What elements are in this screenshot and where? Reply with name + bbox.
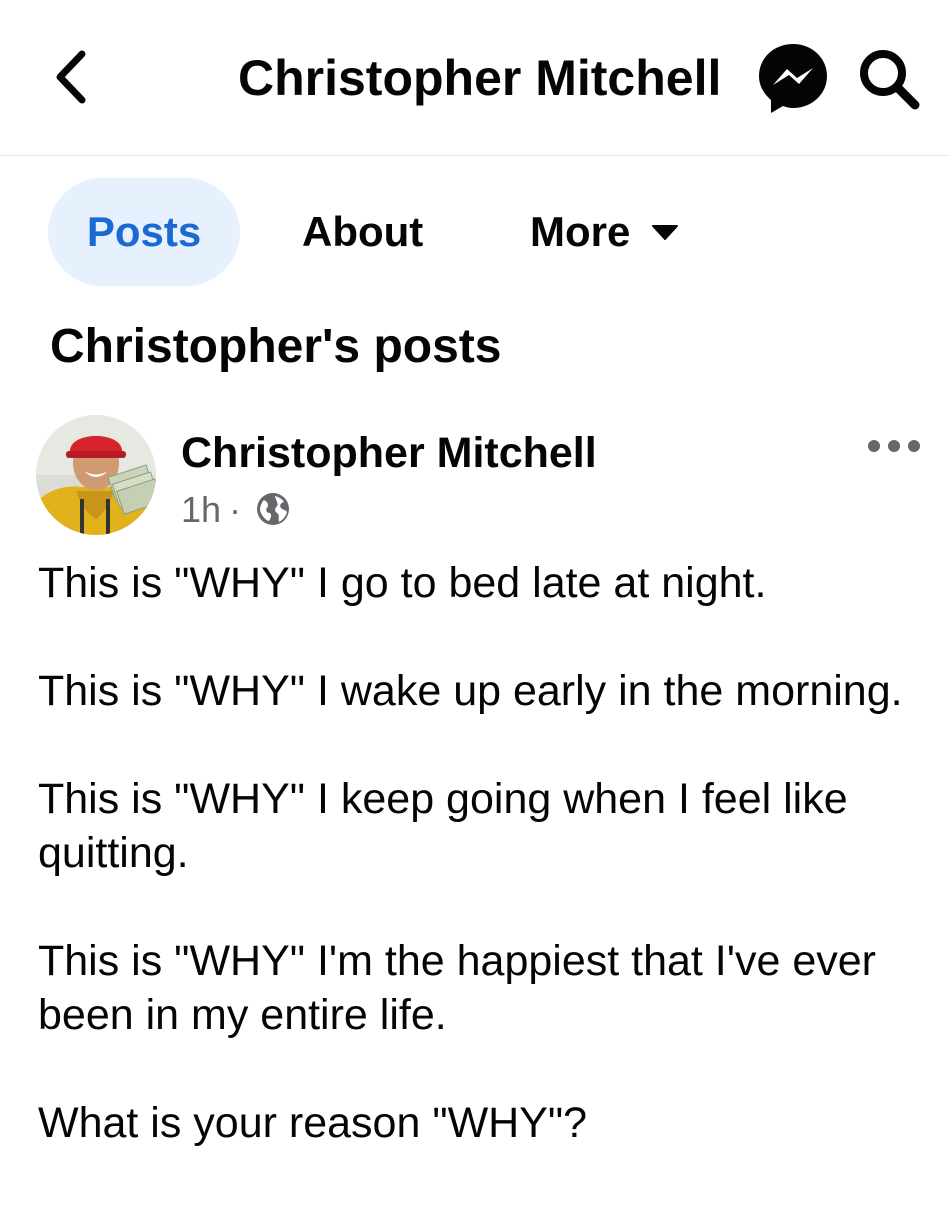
- post-meta: 1h ·: [181, 488, 291, 532]
- caret-down-icon: [652, 224, 679, 240]
- post-paragraph: What is your reason "WHY"?: [38, 1099, 588, 1147]
- post-author[interactable]: Christopher Mitchell: [181, 426, 597, 480]
- profile-photo: [36, 415, 156, 535]
- messenger-button[interactable]: [756, 41, 830, 115]
- globe-icon: [257, 493, 290, 526]
- top-bar: Christopher Mitchell: [0, 0, 948, 156]
- back-button[interactable]: [46, 46, 98, 108]
- tab-posts[interactable]: Posts: [48, 178, 240, 286]
- section-title: Christopher's posts: [50, 320, 502, 373]
- messenger-icon: [759, 44, 827, 113]
- post-time[interactable]: 1h: [181, 489, 221, 530]
- search-icon: [860, 50, 920, 110]
- post-body: This is "WHY" I go to bed late at night.…: [38, 556, 918, 1204]
- tab-about-label: About: [302, 208, 424, 255]
- more-options-button[interactable]: [866, 432, 922, 460]
- tab-about[interactable]: About: [302, 178, 423, 286]
- meta-separator: ·: [229, 489, 242, 530]
- page-title: Christopher Mitchell: [238, 50, 722, 106]
- post-paragraph: This is "WHY" I wake up early in the mor…: [38, 667, 903, 715]
- profile-tabs: Posts About More: [0, 178, 948, 288]
- chevron-left-icon: [56, 50, 86, 104]
- tab-more-label: More: [530, 208, 631, 255]
- post-paragraph: This is "WHY" I go to bed late at night.: [38, 559, 767, 607]
- tab-more[interactable]: More: [530, 178, 680, 286]
- post-paragraph: This is "WHY" I keep going when I feel l…: [38, 775, 848, 877]
- tab-posts-label: Posts: [86, 208, 202, 255]
- more-options-icon: [868, 440, 920, 452]
- search-button[interactable]: [856, 46, 922, 112]
- post-paragraph: This is "WHY" I'm the happiest that I've…: [38, 937, 876, 1039]
- avatar[interactable]: [36, 415, 156, 535]
